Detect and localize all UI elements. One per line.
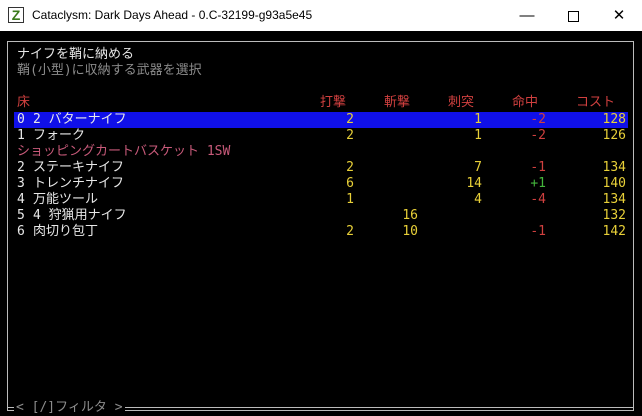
window-title: Cataclysm: Dark Days Ahead - 0.C-32199-g… xyxy=(32,8,313,22)
close-button[interactable]: ✕ xyxy=(596,0,642,31)
menu-subtitle: 鞘(小型)に収納する武器を選択 xyxy=(17,63,202,78)
item-name: トレンチナイフ xyxy=(33,176,125,191)
window-titlebar: Z Cataclysm: Dark Days Ahead - 0.C-32199… xyxy=(0,0,642,31)
item-key: 0 xyxy=(17,112,25,127)
item-bash: 2 xyxy=(346,224,354,239)
column-cut: 斬撃 xyxy=(384,95,411,110)
column-cost: コスト xyxy=(576,95,616,110)
item-bash: 6 xyxy=(346,176,354,191)
item-pierce: 7 xyxy=(474,160,482,175)
maximize-icon xyxy=(567,10,579,22)
container-header: ショッピングカートバスケット 1SW xyxy=(17,144,231,159)
item-key: 2 xyxy=(17,160,25,175)
column-pierce: 刺突 xyxy=(448,95,475,110)
game-screen: ナイフを鞘に納める 鞘(小型)に収納する武器を選択 床 打撃 斬撃 刺突 命中 … xyxy=(0,31,642,416)
item-key: 5 xyxy=(17,208,25,223)
item-key: 3 xyxy=(17,176,25,191)
item-name: 肉切り包丁 xyxy=(33,224,99,239)
minimize-button[interactable]: — xyxy=(504,0,550,31)
maximize-button[interactable] xyxy=(550,0,596,31)
item-key: 1 xyxy=(17,128,25,143)
item-hit: -1 xyxy=(530,160,546,175)
item-bash: 1 xyxy=(346,192,354,207)
item-key: 6 xyxy=(17,224,25,239)
column-hit: 命中 xyxy=(512,95,539,110)
item-bash: 2 xyxy=(346,160,354,175)
item-name: フォーク xyxy=(33,128,86,143)
item-hit: -1 xyxy=(530,224,546,239)
item-pierce: 1 xyxy=(474,128,482,143)
item-pierce: 1 xyxy=(474,112,482,127)
menu-title: ナイフを鞘に納める xyxy=(17,47,135,62)
item-hit: -4 xyxy=(530,192,546,207)
item-bash: 2 xyxy=(346,112,354,127)
item-name: 4 狩猟用ナイフ xyxy=(33,208,127,223)
item-cost: 132 xyxy=(602,208,626,223)
close-icon: ✕ xyxy=(612,7,626,24)
item-hit: +1 xyxy=(530,176,546,191)
item-bash: 2 xyxy=(346,128,354,143)
item-cost: 134 xyxy=(602,192,626,207)
item-cost: 140 xyxy=(602,176,626,191)
item-name: 万能ツール xyxy=(33,192,99,207)
item-hit: -2 xyxy=(530,128,546,143)
filter-hint[interactable]: < [/]フィルタ > xyxy=(14,400,125,416)
item-name: ステーキナイフ xyxy=(33,160,125,175)
item-cost: 142 xyxy=(602,224,626,239)
app-icon: Z xyxy=(8,7,24,23)
item-cut: 10 xyxy=(402,224,418,239)
item-cost: 126 xyxy=(602,128,626,143)
minimize-icon: — xyxy=(519,7,535,24)
item-pierce: 14 xyxy=(466,176,482,191)
item-key: 4 xyxy=(17,192,25,207)
item-cost: 134 xyxy=(602,160,626,175)
column-bash: 打撃 xyxy=(320,95,347,110)
item-cut: 16 xyxy=(402,208,418,223)
item-pierce: 4 xyxy=(474,192,482,207)
item-cost: 128 xyxy=(602,112,626,127)
item-name: 2 バターナイフ xyxy=(33,112,127,127)
location-header: 床 xyxy=(17,95,31,110)
item-hit: -2 xyxy=(530,112,546,127)
